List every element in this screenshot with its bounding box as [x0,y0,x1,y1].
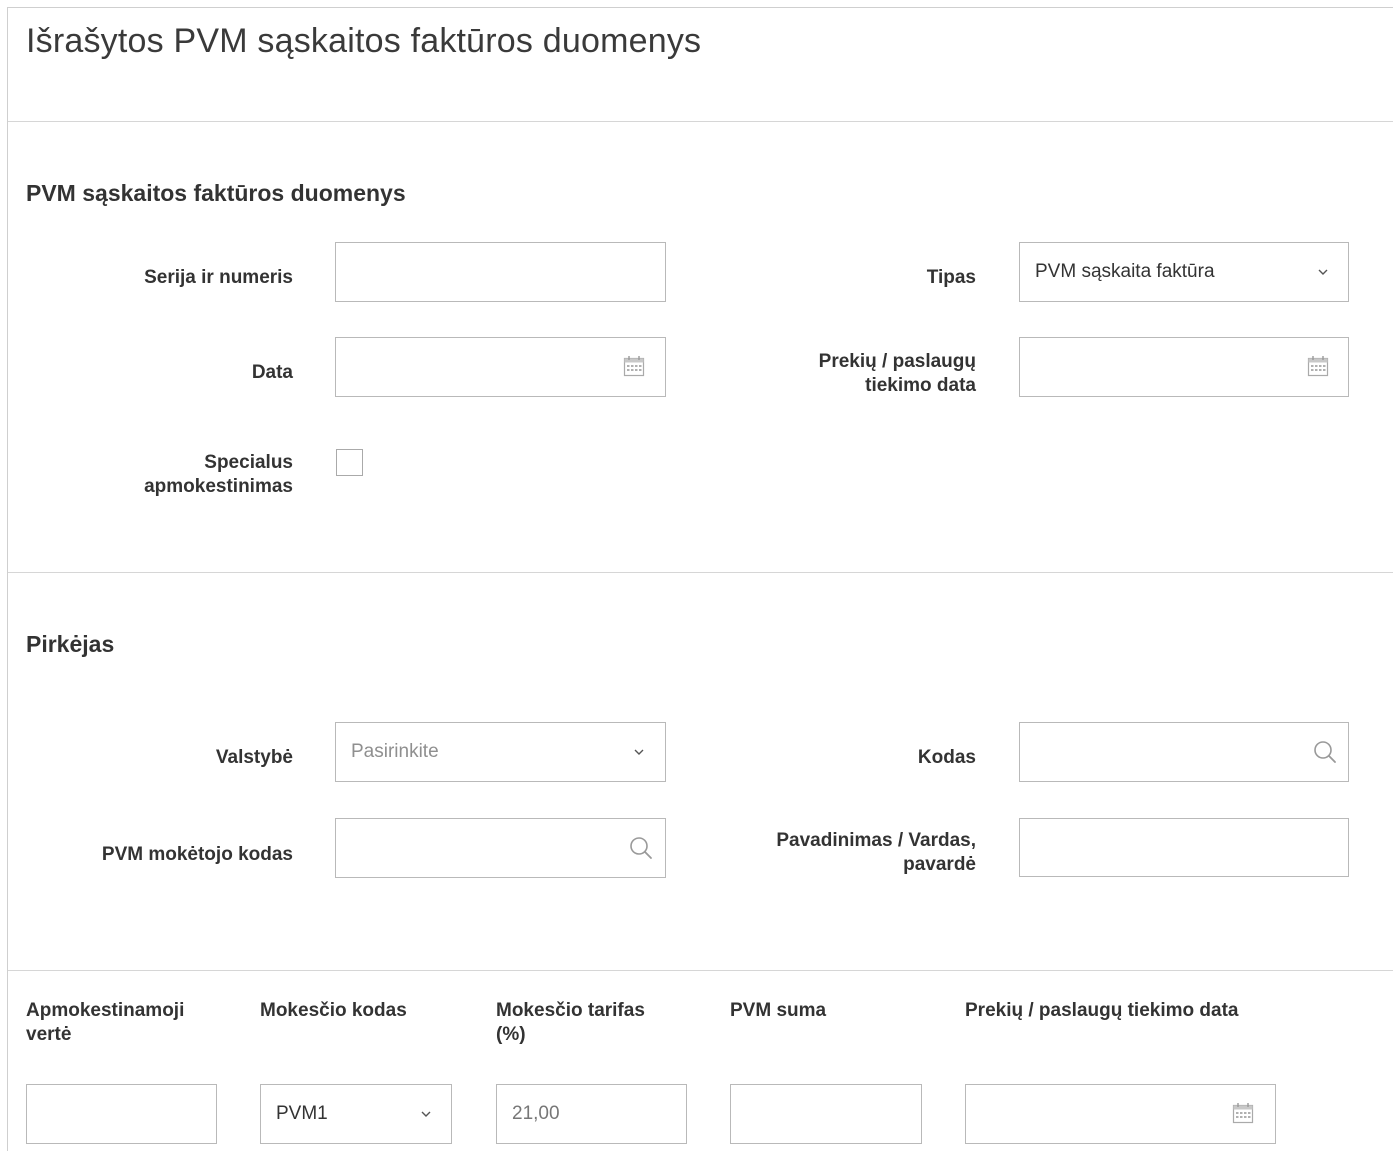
vat-amount-label: PVM suma [730,1000,827,1021]
divider [8,572,1393,573]
supply-date-label-line1: Prekių / paslaugų [818,351,976,372]
code-search-input[interactable] [1019,722,1349,782]
tax-code-select[interactable]: PVM1 [260,1084,452,1144]
chevron-down-icon [634,749,644,755]
buyer-section-title: Pirkėjas [26,631,115,657]
invoice-section-title: PVM sąskaitos faktūros duomenys [26,180,406,206]
tax-rate-label: Mokesčio tarifas (%) [496,999,645,1047]
chevron-down-icon [421,1111,431,1117]
supply-date-input[interactable] [1019,337,1349,397]
country-select[interactable]: Pasirinkite [335,722,666,782]
search-icon[interactable] [628,835,654,861]
country-placeholder: Pasirinkite [351,741,439,762]
page-frame [7,7,1393,1151]
vat-code-search-input[interactable] [335,818,666,878]
divider [8,121,1393,122]
series-label: Serija ir numeris [144,267,293,288]
type-label: Tipas [926,267,976,288]
supply-date-label: Prekių / paslaugų tiekimo data [740,350,976,398]
divider [8,970,1393,971]
special-taxation-label-line2: apmokestinimas [144,476,293,497]
page-title: Išrašytos PVM sąskaitos faktūros duomeny… [26,22,702,60]
calendar-icon[interactable] [623,355,645,377]
calendar-icon[interactable] [1307,355,1329,377]
tax-code-selected-value: PVM1 [276,1103,328,1124]
special-taxation-label-line1: Specialus [204,452,293,473]
series-number-input[interactable] [335,242,666,302]
tax-rate-value: 21,00 [512,1103,560,1124]
calendar-icon[interactable] [1232,1102,1254,1124]
buyer-name-label: Pavadinimas / Vardas, pavardė [720,829,976,877]
tax-code-label: Mokesčio kodas [260,1000,407,1021]
type-select[interactable]: PVM sąskaita faktūra [1019,242,1349,302]
date-input[interactable] [335,337,666,397]
row-supply-date-input[interactable] [965,1084,1276,1144]
taxable-value-label-line1: Apmokestinamoji [26,1000,185,1021]
special-taxation-label: Specialus apmokestinimas [90,451,293,499]
buyer-name-label-line1: Pavadinimas / Vardas, [776,830,976,851]
tax-rate-label-line1: Mokesčio tarifas [496,1000,645,1021]
supply-date-label-line2: tiekimo data [865,375,976,396]
vat-amount-input[interactable] [730,1084,922,1144]
taxable-value-input[interactable] [26,1084,217,1144]
taxable-value-label: Apmokestinamoji vertė [26,999,184,1047]
date-label: Data [251,362,293,383]
type-selected-value: PVM sąskaita faktūra [1035,261,1215,282]
row-supply-date-label: Prekių / paslaugų tiekimo data [965,1000,1239,1021]
buyer-name-label-line2: pavardė [903,854,976,875]
special-taxation-checkbox[interactable] [336,449,363,476]
country-label: Valstybė [215,747,293,768]
search-icon[interactable] [1312,739,1338,765]
tax-rate-input[interactable]: 21,00 [496,1084,687,1144]
buyer-name-input[interactable] [1019,818,1349,877]
taxable-value-label-line2: vertė [26,1024,72,1045]
tax-rate-label-line2: (%) [496,1024,526,1045]
vat-code-label: PVM mokėtojo kodas [101,844,293,865]
chevron-down-icon [1318,269,1328,275]
code-label: Kodas [917,747,976,768]
